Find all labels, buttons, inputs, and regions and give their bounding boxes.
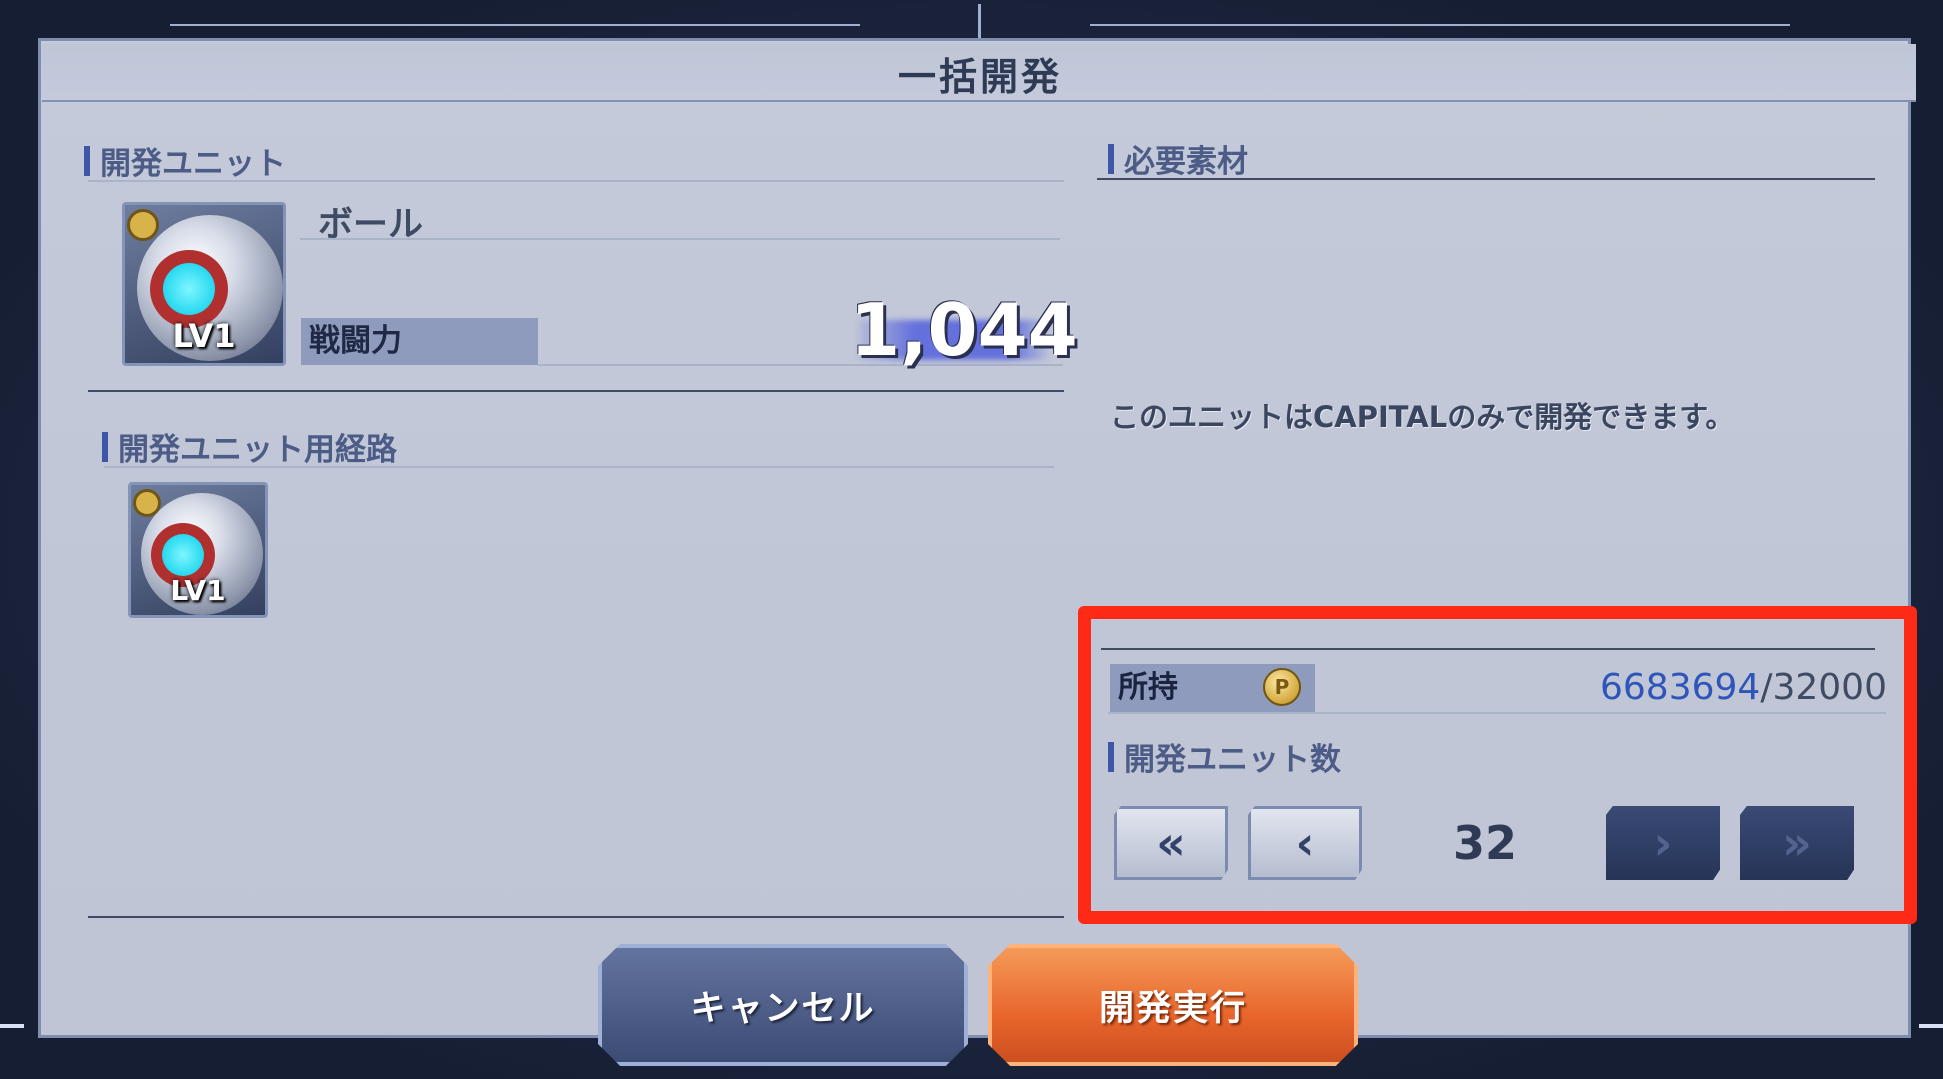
dev-unit-level: LV1: [172, 317, 236, 355]
unit-name-rule: [300, 238, 1060, 240]
unit-rarity-badge: [133, 489, 161, 517]
dev-route-section-rule: [104, 466, 1054, 468]
left-divider: [88, 390, 1064, 392]
unit-eye: [163, 263, 215, 315]
capital-only-note: このユニットはCAPITALのみで開発できます。: [1110, 400, 1735, 434]
materials-section-label: 必要素材: [1108, 136, 1248, 181]
unit-rarity-badge: [127, 209, 159, 241]
section-bar: [84, 145, 90, 176]
dev-route-section-label: 開発ユニット用経路: [102, 424, 397, 469]
frame-center-tick: [978, 4, 981, 40]
unit-eye: [162, 534, 204, 576]
route-unit-card[interactable]: LV1: [128, 482, 268, 618]
dev-unit-section-rule: [88, 180, 1064, 182]
left-bottom-divider: [88, 916, 1064, 918]
cancel-button[interactable]: キャンセル: [598, 944, 968, 1066]
frame-corner-deco-right: [1919, 1024, 1943, 1028]
route-unit-level: LV1: [170, 574, 226, 607]
section-bar: [1108, 143, 1114, 174]
dev-unit-section-label: 開発ユニット: [84, 138, 286, 183]
execute-development-button[interactable]: 開発実行: [988, 944, 1358, 1066]
combat-power-value: 1,044: [850, 288, 1078, 372]
highlight-annotation-box: [1078, 606, 1917, 924]
dev-unit-card[interactable]: LV1: [122, 202, 286, 366]
materials-rule: [1097, 178, 1875, 180]
combat-power-label: 戦闘力: [301, 318, 538, 365]
dialog-title: 一括開発: [897, 55, 1062, 99]
dev-route-section-text: 開発ユニット用経路: [118, 432, 397, 468]
frame-corner-deco-left: [0, 1024, 24, 1028]
dev-unit-section-text: 開発ユニット: [100, 146, 286, 182]
materials-section-text: 必要素材: [1124, 144, 1248, 180]
frame-top-line-right: [1090, 24, 1790, 26]
section-bar: [102, 431, 108, 462]
frame-top-line: [170, 24, 860, 26]
